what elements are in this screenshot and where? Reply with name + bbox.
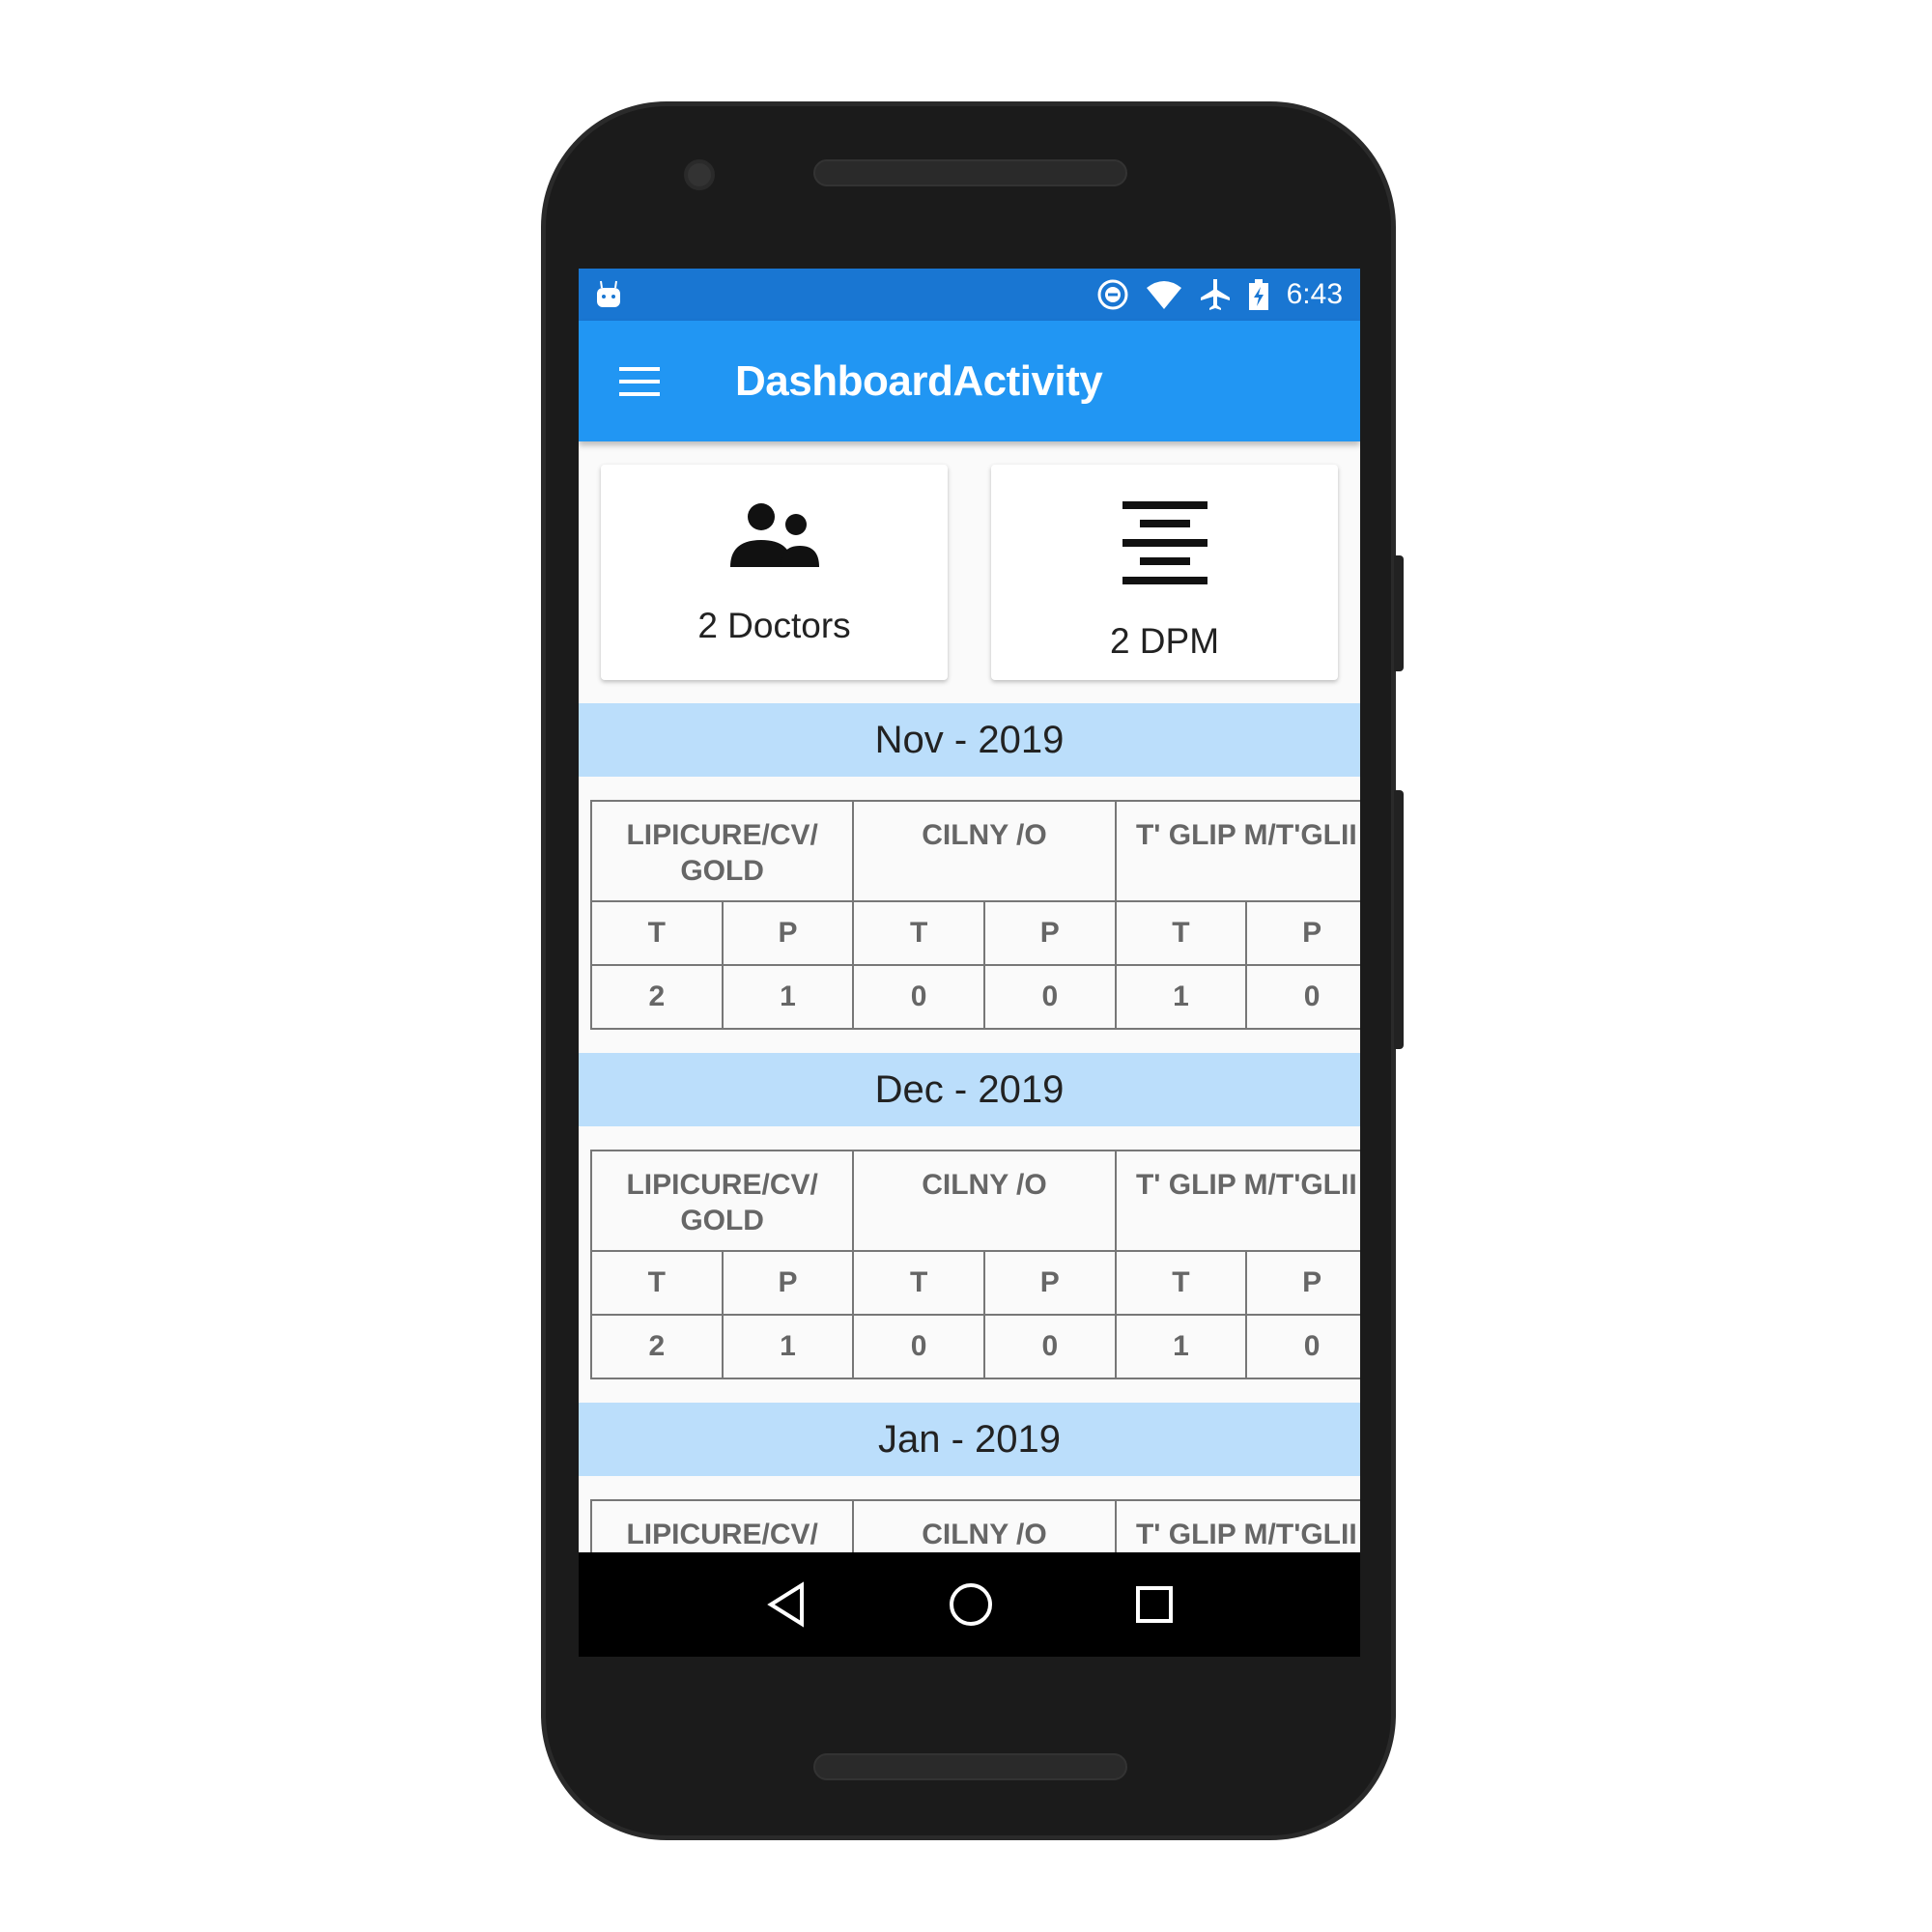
home-icon[interactable] <box>948 1581 994 1628</box>
product-header-row: LIPICURE/CV/ GOLDCILNY /OT' GLIP M/T'GLI… <box>589 1150 1360 1252</box>
subheader-cell: T <box>590 900 724 966</box>
subheader-cell: P <box>982 900 1117 966</box>
subheader-cell: T <box>1114 1250 1248 1316</box>
product-table: LIPICURE/CV/ GOLDCILNY /OT' GLIP M/T'GLI… <box>589 1150 1360 1379</box>
clock: 6:43 <box>1286 278 1343 310</box>
value-cell: 0 <box>852 964 985 1030</box>
value-cell: 0 <box>982 1314 1117 1379</box>
subheader-row: TPTPTP <box>590 1250 1360 1316</box>
subheader-cell: P <box>1245 1250 1360 1316</box>
value-cell: 0 <box>1245 1314 1360 1379</box>
top-speaker <box>813 159 1127 186</box>
app-bar: DashboardActivity <box>579 321 1360 441</box>
subheader-cell: T <box>1114 900 1248 966</box>
screen: 6:43 DashboardActivity 2 Doctors 2 DPM N… <box>579 269 1360 1657</box>
page-title: DashboardActivity <box>735 356 1103 405</box>
value-cell: 0 <box>852 1314 985 1379</box>
power-button <box>1394 555 1404 671</box>
product-name: LIPICURE/CV/ GOLD <box>589 1150 855 1252</box>
product-name: T' GLIP M/T'GLII <box>1114 1150 1360 1252</box>
hamburger-icon[interactable] <box>619 358 660 405</box>
subheader-cell: T <box>852 1250 985 1316</box>
table-row: 210010 <box>590 1314 1360 1379</box>
wifi-icon <box>1146 281 1181 309</box>
value-cell: 1 <box>1114 1314 1248 1379</box>
subheader-cell: P <box>721 1250 855 1316</box>
android-icon <box>597 280 620 307</box>
back-icon[interactable] <box>765 1581 808 1628</box>
recents-icon[interactable] <box>1135 1585 1174 1624</box>
table-row: 210010 <box>590 964 1360 1030</box>
subheader-cell: T <box>590 1250 724 1316</box>
product-name: CILNY /O <box>852 1150 1117 1252</box>
month-header: Nov - 2019 <box>579 703 1360 777</box>
doctors-count: 2 Doctors <box>697 606 851 645</box>
people-icon <box>729 503 819 567</box>
navigation-bar <box>579 1552 1360 1657</box>
product-name: CILNY /O <box>852 800 1117 902</box>
product-header-row: LIPICURE/CV/ GOLDCILNY /OT' GLIP M/T'GLI… <box>589 800 1360 902</box>
value-cell: 1 <box>721 964 855 1030</box>
doctors-card[interactable]: 2 Doctors <box>601 465 948 680</box>
value-cell: 0 <box>1245 964 1360 1030</box>
month-header: Dec - 2019 <box>579 1053 1360 1126</box>
value-cell: 1 <box>721 1314 855 1379</box>
product-table: LIPICURE/CV/ GOLDCILNY /OT' GLIP M/T'GLI… <box>589 800 1360 1030</box>
dnd-icon <box>1097 279 1128 310</box>
value-cell: 2 <box>590 964 724 1030</box>
battery-charging-icon <box>1248 279 1268 310</box>
value-cell: 0 <box>982 964 1117 1030</box>
value-cell: 2 <box>590 1314 724 1379</box>
dpm-card[interactable]: 2 DPM <box>991 465 1338 680</box>
subheader-cell: P <box>1245 900 1360 966</box>
dpm-count: 2 DPM <box>1109 621 1220 661</box>
airplane-icon <box>1200 279 1230 310</box>
subheader-row: TPTPTP <box>590 900 1360 966</box>
product-name: T' GLIP M/T'GLII <box>1114 800 1360 902</box>
bottom-speaker <box>813 1753 1127 1780</box>
front-camera <box>684 159 715 190</box>
month-header: Jan - 2019 <box>579 1403 1360 1476</box>
subheader-cell: P <box>721 900 855 966</box>
value-cell: 1 <box>1114 964 1248 1030</box>
product-name: LIPICURE/CV/ GOLD <box>589 800 855 902</box>
align-center-icon <box>1122 501 1208 584</box>
subheader-cell: P <box>982 1250 1117 1316</box>
subheader-cell: T <box>852 900 985 966</box>
volume-button <box>1394 790 1404 1049</box>
status-bar: 6:43 <box>579 269 1360 321</box>
